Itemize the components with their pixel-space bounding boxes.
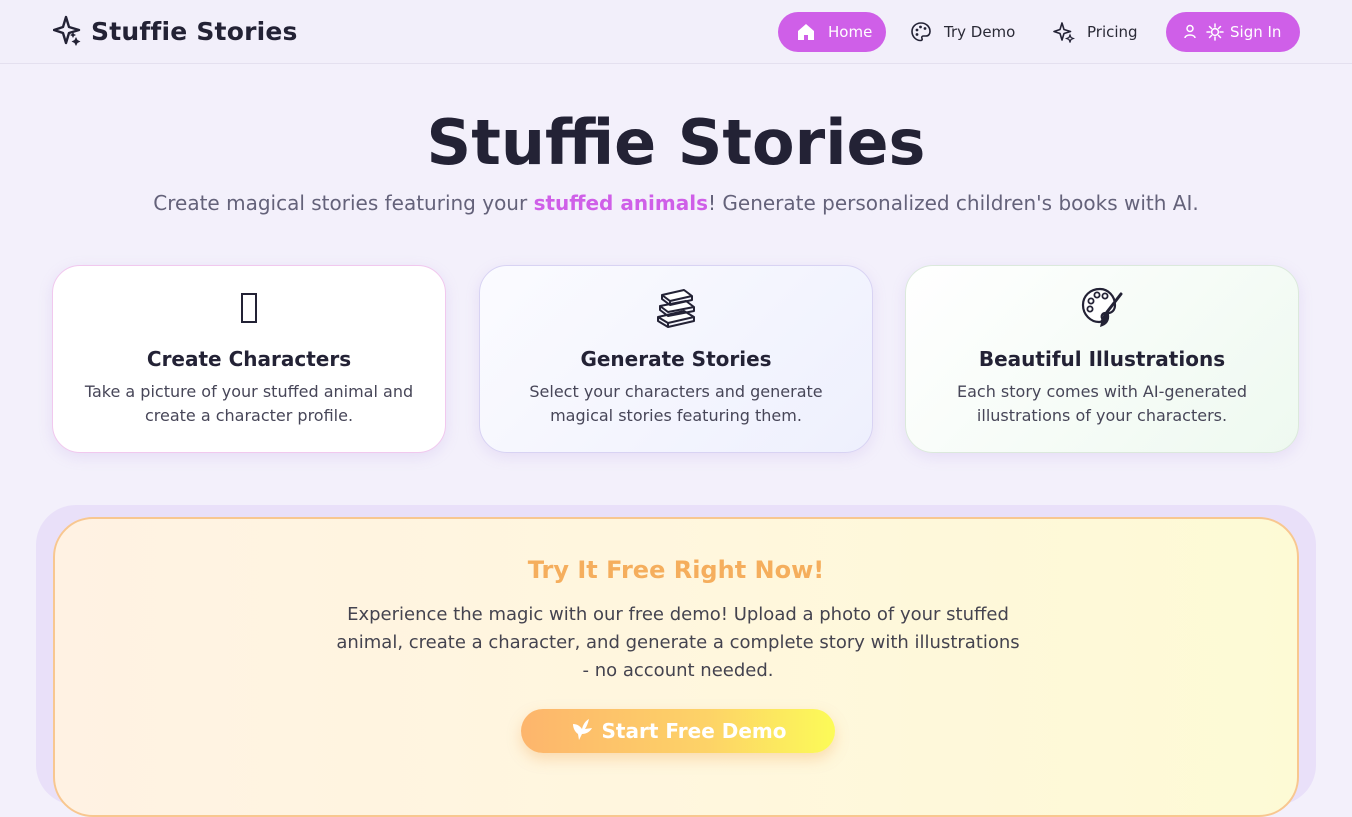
feature-description: Each story comes with AI-generated illus… bbox=[956, 382, 1247, 425]
palette-icon bbox=[906, 286, 1298, 330]
feature-title: Beautiful Illustrations bbox=[978, 347, 1226, 371]
cta-description: Experience the magic with our free demo!… bbox=[336, 604, 1020, 681]
sign-in-button[interactable]: Sign In bbox=[1166, 12, 1300, 52]
hero-subtitle-post: ! Generate personalized children's books… bbox=[708, 191, 1199, 215]
feature-card-create-characters: Create Characters Take a picture of your… bbox=[52, 265, 446, 453]
start-free-demo-button[interactable]: Start Free Demo bbox=[521, 709, 835, 753]
sun-sparkle-icon bbox=[1204, 21, 1226, 43]
navbar: Stuffie Stories Home Try Demo Pricing Si… bbox=[0, 0, 1352, 64]
nav-try-demo-label: Try Demo bbox=[944, 23, 1016, 41]
cta-title: Try It Free Right Now! bbox=[527, 556, 825, 584]
start-free-demo-label: Start Free Demo bbox=[601, 719, 787, 743]
sparkles-icon bbox=[52, 15, 83, 47]
user-icon bbox=[1182, 21, 1204, 43]
nav-home-button[interactable]: Home bbox=[778, 12, 886, 52]
hero-title: Stuffie Stories bbox=[426, 106, 926, 179]
feature-card-beautiful-illustrations: Beautiful Illustrations Each story comes… bbox=[905, 265, 1299, 453]
cta-panel: Try It Free Right Now! Experience the ma… bbox=[53, 517, 1299, 817]
brand-name: Stuffie Stories bbox=[91, 16, 298, 46]
brand-logo[interactable]: Stuffie Stories bbox=[52, 15, 298, 47]
hero-subtitle-pre: Create magical stories featuring your bbox=[153, 191, 534, 215]
sparkles-icon bbox=[1053, 21, 1076, 44]
hero-subtitle-highlight: stuffed animals bbox=[533, 191, 709, 215]
home-icon bbox=[795, 21, 817, 43]
feature-title: Create Characters bbox=[146, 347, 352, 371]
nav-pricing-button[interactable]: Pricing bbox=[1043, 12, 1151, 52]
feature-card-generate-stories: Generate Stories Select your characters … bbox=[479, 265, 873, 453]
feature-description: Select your characters and generate magi… bbox=[529, 382, 823, 425]
hero-subtitle: Create magical stories featuring your st… bbox=[0, 190, 1352, 216]
nav-home-label: Home bbox=[828, 23, 873, 41]
palette-icon bbox=[910, 21, 932, 43]
feature-description: Take a picture of your stuffed animal an… bbox=[84, 382, 414, 425]
feature-title: Generate Stories bbox=[580, 347, 772, 371]
books-icon bbox=[480, 286, 872, 330]
missing-glyph-icon bbox=[53, 286, 445, 330]
bird-icon bbox=[570, 716, 596, 746]
nav-pricing-label: Pricing bbox=[1087, 23, 1138, 41]
sign-in-label: Sign In bbox=[1230, 23, 1282, 41]
nav-try-demo-button[interactable]: Try Demo bbox=[900, 12, 1026, 52]
